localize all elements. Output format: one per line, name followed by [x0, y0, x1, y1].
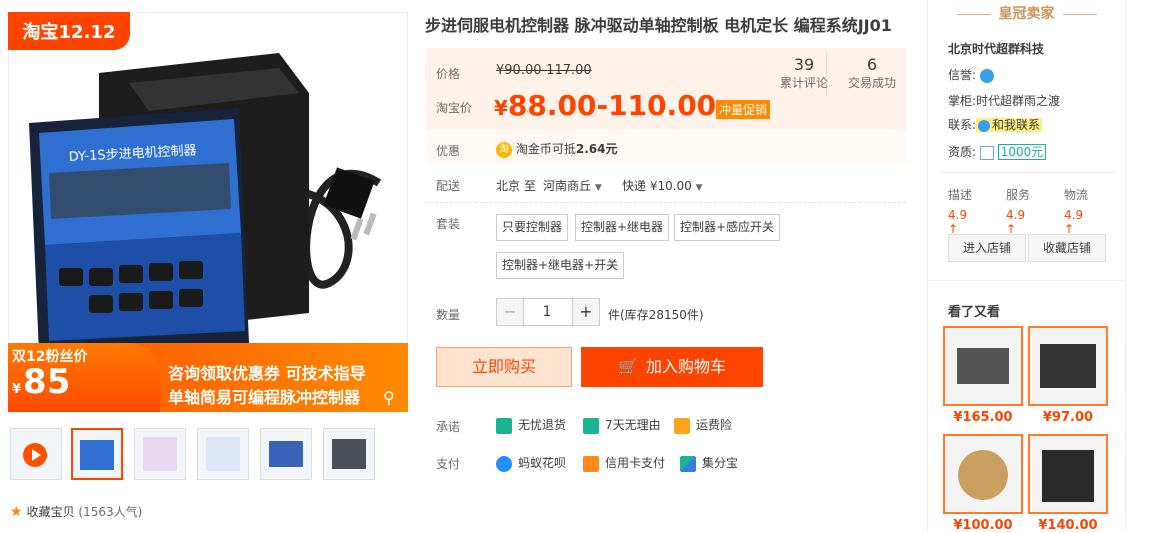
promo-price-value: ¥88.00-110.00	[494, 89, 717, 122]
shipping-label: 配送	[436, 179, 461, 193]
promo-text-line2: 单轴简易可编程脉冲控制器	[168, 388, 361, 407]
promo-tag: 冲量促销	[716, 100, 771, 119]
dsr-service: 服务 4.9 ↑	[1006, 188, 1031, 236]
stock-info: 件(库存28150件)	[608, 308, 704, 322]
quantity-increase-button[interactable]: +	[572, 298, 600, 326]
ship-from: 北京 至	[496, 179, 536, 193]
quantity-label: 数量	[436, 308, 461, 322]
credit-card-icon	[583, 455, 599, 472]
thumbnail-1[interactable]	[71, 428, 123, 480]
sku-option-2[interactable]: 控制器+继电器	[575, 214, 670, 241]
sku-option-1[interactable]: 只要控制器	[496, 214, 569, 241]
crown-seller-title: 皇冠卖家	[927, 0, 1126, 30]
cart-icon: 🛒	[618, 357, 638, 376]
promise-label: 承诺	[436, 420, 461, 434]
recommended-item-2[interactable]	[1028, 326, 1108, 406]
contact-row: 联系: 和我联系	[948, 118, 1043, 132]
set-label: 套装	[436, 217, 461, 231]
enter-shop-button[interactable]: 进入店铺	[948, 234, 1026, 262]
recommended-price-2: ¥97.00	[1042, 410, 1094, 425]
shop-name[interactable]: 北京时代超群科技	[948, 40, 1044, 57]
recommended-item-1[interactable]	[943, 326, 1023, 406]
promise-return[interactable]: 无忧退货	[496, 416, 566, 434]
sku-option-3[interactable]: 控制器+感应开关	[674, 214, 781, 241]
chevron-down-icon: ▼	[695, 183, 703, 193]
original-price: ¥90.00-117.00	[496, 63, 592, 78]
taojinbi-info: 淘 淘金币可抵2.64元	[496, 140, 617, 158]
add-to-cart-button[interactable]: 🛒 加入购物车	[581, 347, 763, 387]
insurance-icon	[674, 417, 690, 434]
payment-label: 支付	[436, 457, 461, 471]
dsr-logistics: 物流 4.9 ↑	[1064, 188, 1089, 236]
chevron-down-icon: ▼	[594, 183, 602, 193]
promise-7days[interactable]: 7天无理由	[583, 416, 661, 434]
quantity-input[interactable]: 1	[522, 298, 572, 326]
chat-button[interactable]: 和我联系	[976, 118, 1043, 132]
recommended-price-3: ¥100.00	[953, 518, 1013, 533]
recommended-price-4: ¥140.00	[1038, 518, 1098, 533]
play-icon	[23, 443, 47, 467]
divider	[425, 202, 906, 203]
video-thumbnail[interactable]	[10, 428, 62, 480]
sku-option-4[interactable]: 控制器+继电器+开关	[496, 252, 625, 279]
recommended-item-4[interactable]	[1028, 434, 1108, 514]
return-icon	[496, 417, 512, 434]
deposit-badge[interactable]: 1000元	[997, 144, 1047, 160]
dsr-description: 描述 4.9 ↑	[948, 188, 973, 236]
thumbnail-4[interactable]	[260, 428, 312, 480]
jifenbao-icon	[680, 455, 696, 472]
star-icon: ★	[10, 504, 23, 520]
pay-credit-card[interactable]: 信用卡支付	[583, 454, 665, 472]
review-count[interactable]: 39 累计评论	[774, 55, 834, 91]
double12-badge: 淘宝12.12	[8, 12, 130, 50]
credit-row: 信誉:	[948, 66, 994, 83]
license-icon	[979, 145, 994, 160]
thumbnail-3[interactable]	[197, 428, 249, 480]
favorite-item[interactable]: ★ 收藏宝贝 (1563人气)	[10, 503, 142, 520]
promo-price: ¥85	[12, 362, 71, 402]
buy-now-button[interactable]: 立即购买	[436, 347, 572, 387]
ship-method-select[interactable]: 快递 ¥10.00 ▼	[622, 177, 703, 194]
promise-shipping-insurance[interactable]: 运费险	[674, 416, 732, 434]
pay-jifenbao[interactable]: 集分宝	[680, 454, 738, 472]
product-title: 步进伺服电机控制器 脉冲驱动单轴控制板 电机定长 编程系统JJ01	[425, 16, 892, 35]
discount-label: 优惠	[436, 144, 461, 158]
pay-huabei[interactable]: 蚂蚁花呗	[496, 454, 566, 472]
collect-shop-button[interactable]: 收藏店铺	[1028, 234, 1106, 262]
zoom-icon[interactable]: ⚲	[383, 388, 395, 407]
keeper-name: 时代超群雨之渡	[976, 94, 1061, 108]
quantity-decrease-button[interactable]: −	[496, 298, 524, 326]
thumbnail-2[interactable]	[134, 428, 186, 480]
huabei-icon	[496, 455, 512, 472]
thumbnail-5[interactable]	[323, 428, 375, 480]
promo-text-line1: 咨询领取优惠券 可技术指导	[168, 364, 366, 383]
chat-icon	[978, 119, 991, 132]
seven-days-icon	[583, 417, 599, 434]
qualification-row: 资质: 1000元	[948, 143, 1047, 160]
recommended-item-3[interactable]	[943, 434, 1023, 514]
taojinbi-coin-icon: 淘	[496, 141, 512, 158]
recommended-price-1: ¥165.00	[953, 410, 1013, 425]
ship-to-select[interactable]: 河南商丘 ▼	[543, 177, 602, 194]
crown-icon	[979, 68, 994, 83]
keeper-row: 掌柜:时代超群雨之渡	[948, 94, 1061, 108]
taobao-price-label: 淘宝价	[436, 101, 473, 115]
deal-count: 6 交易成功	[847, 55, 896, 90]
price-label: 价格	[436, 67, 461, 81]
see-also-title: 看了又看	[948, 305, 1001, 320]
